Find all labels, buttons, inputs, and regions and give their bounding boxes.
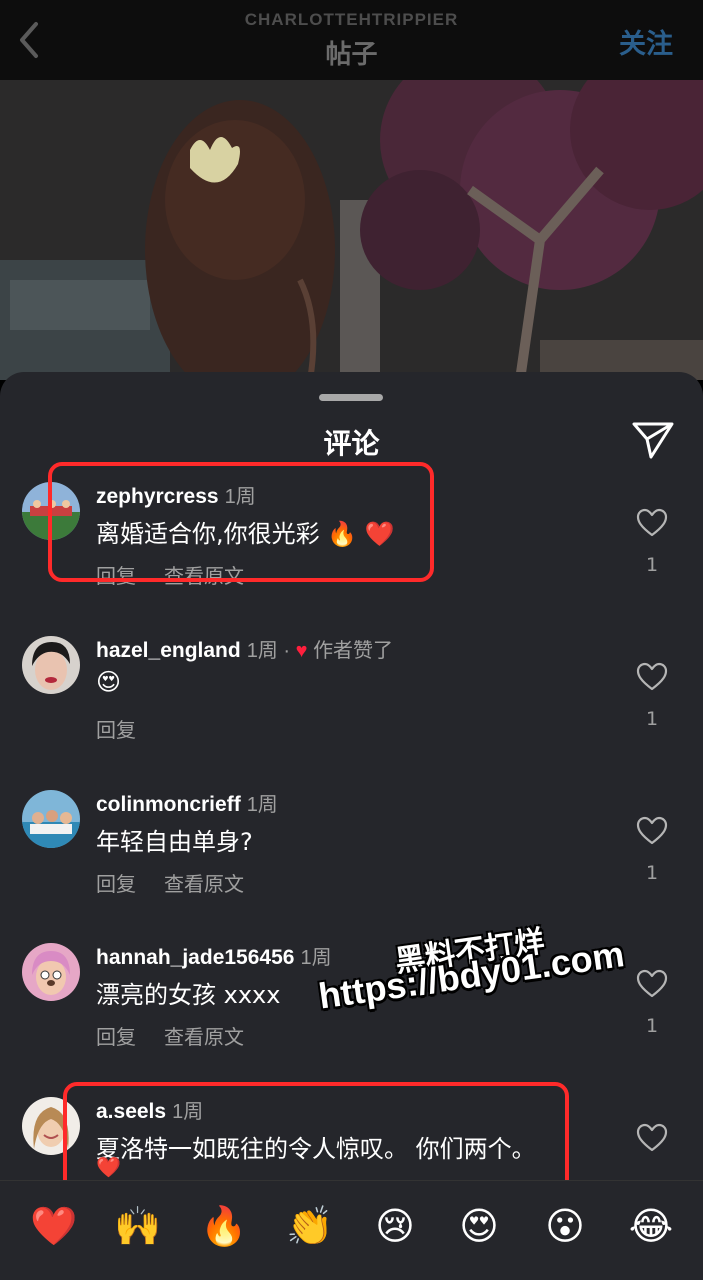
comment-text: 年轻自由单身?	[96, 828, 253, 856]
view-original-button[interactable]: 查看原文	[164, 872, 244, 896]
comment-text: 漂亮的女孩 xxxx	[96, 981, 281, 1009]
heart-filled-icon: ♥	[295, 640, 308, 662]
like-count: 1	[645, 554, 659, 576]
follow-button[interactable]: 关注	[619, 22, 673, 61]
comment-time: 1周	[246, 794, 278, 816]
comment-text: 离婚适合你,你很光彩 🔥 ❤️	[96, 520, 395, 548]
page-title: 帖子	[325, 40, 378, 70]
emoji-heart[interactable]: ❤️	[30, 1203, 77, 1249]
post-photo-illustration	[0, 80, 703, 380]
comment-username[interactable]: zephyrcress	[96, 485, 219, 508]
comment-text-line2: ❤️	[96, 1155, 121, 1179]
comment-item: hazel_england 1周 · ♥ 作者赞了 😍 回复 1	[0, 636, 703, 766]
comment-item: colinmoncrieff 1周 年轻自由单身? 回复 查看原文 1	[0, 790, 703, 920]
heart-outline-icon[interactable]	[636, 1123, 668, 1153]
avatar[interactable]	[22, 482, 80, 540]
comment-username[interactable]: hannah_jade156456	[96, 946, 294, 969]
avatar[interactable]	[22, 943, 80, 1001]
reply-button[interactable]: 回复	[96, 718, 136, 742]
emoji-heart-eyes[interactable]: 😍	[456, 1203, 502, 1249]
avatar[interactable]	[22, 636, 80, 694]
comment-time: 1周	[224, 486, 256, 508]
emoji-laughing[interactable]: 😂	[628, 1203, 674, 1249]
author-liked-badge: · ♥ 作者赞了	[278, 640, 393, 662]
heart-outline-icon[interactable]	[636, 662, 668, 692]
comment-username[interactable]: hazel_england	[96, 639, 241, 662]
comment-time: 1周	[246, 640, 278, 662]
comment-item: zephyrcress 1周 离婚适合你,你很光彩 🔥 ❤️ 回复 查看原文 1	[0, 482, 703, 612]
emoji-raised-hands[interactable]: 🙌	[114, 1203, 161, 1249]
post-photo	[0, 80, 703, 380]
like-count: 1	[645, 1015, 659, 1037]
comment-actions: 回复 查看原文	[96, 560, 272, 589]
author-liked-label: 作者赞了	[313, 640, 394, 662]
comment-actions: 回复 查看原文	[96, 1021, 272, 1050]
heart-outline-icon[interactable]	[636, 508, 668, 538]
view-original-button[interactable]: 查看原文	[164, 1025, 244, 1049]
top-bar: CHARLOTTEHTRIPPIER 帖子 关注	[0, 0, 703, 80]
comments-title: 评论	[323, 427, 380, 460]
like-count: 1	[645, 708, 659, 730]
emoji-crying[interactable]: 😢	[372, 1203, 418, 1249]
reply-button[interactable]: 回复	[96, 564, 136, 588]
comment-actions: 回复	[96, 714, 164, 743]
avatar[interactable]	[22, 790, 80, 848]
emoji-clap[interactable]: 👏	[286, 1203, 333, 1249]
emoji-fire[interactable]: 🔥	[200, 1203, 247, 1249]
heart-outline-icon[interactable]	[636, 816, 668, 846]
view-original-button[interactable]: 查看原文	[164, 564, 244, 588]
comment-username[interactable]: a.seels	[96, 1100, 166, 1123]
separator-dot: ·	[283, 640, 291, 662]
avatar[interactable]	[22, 1097, 80, 1155]
comment-time: 1周	[172, 1101, 204, 1123]
share-send-icon[interactable]	[631, 420, 675, 460]
header-username: CHARLOTTEHTRIPPIER	[244, 10, 459, 29]
emoji-reaction-bar: ❤️ 🙌 🔥 👏 😢 😍 😮 😂	[0, 1180, 703, 1280]
comment-time: 1周	[300, 947, 332, 969]
comment-text: 夏洛特一如既往的令人惊叹。 你们两个。	[96, 1135, 536, 1163]
comment-text: 😍	[96, 668, 122, 696]
comment-username[interactable]: colinmoncrieff	[96, 793, 241, 816]
reply-button[interactable]: 回复	[96, 1025, 136, 1049]
like-count: 1	[645, 862, 659, 884]
reply-button[interactable]: 回复	[96, 872, 136, 896]
sheet-grabber[interactable]	[319, 394, 383, 401]
emoji-surprised[interactable]: 😮	[542, 1203, 588, 1249]
heart-outline-icon[interactable]	[636, 969, 668, 999]
comment-actions: 回复 查看原文	[96, 868, 272, 897]
